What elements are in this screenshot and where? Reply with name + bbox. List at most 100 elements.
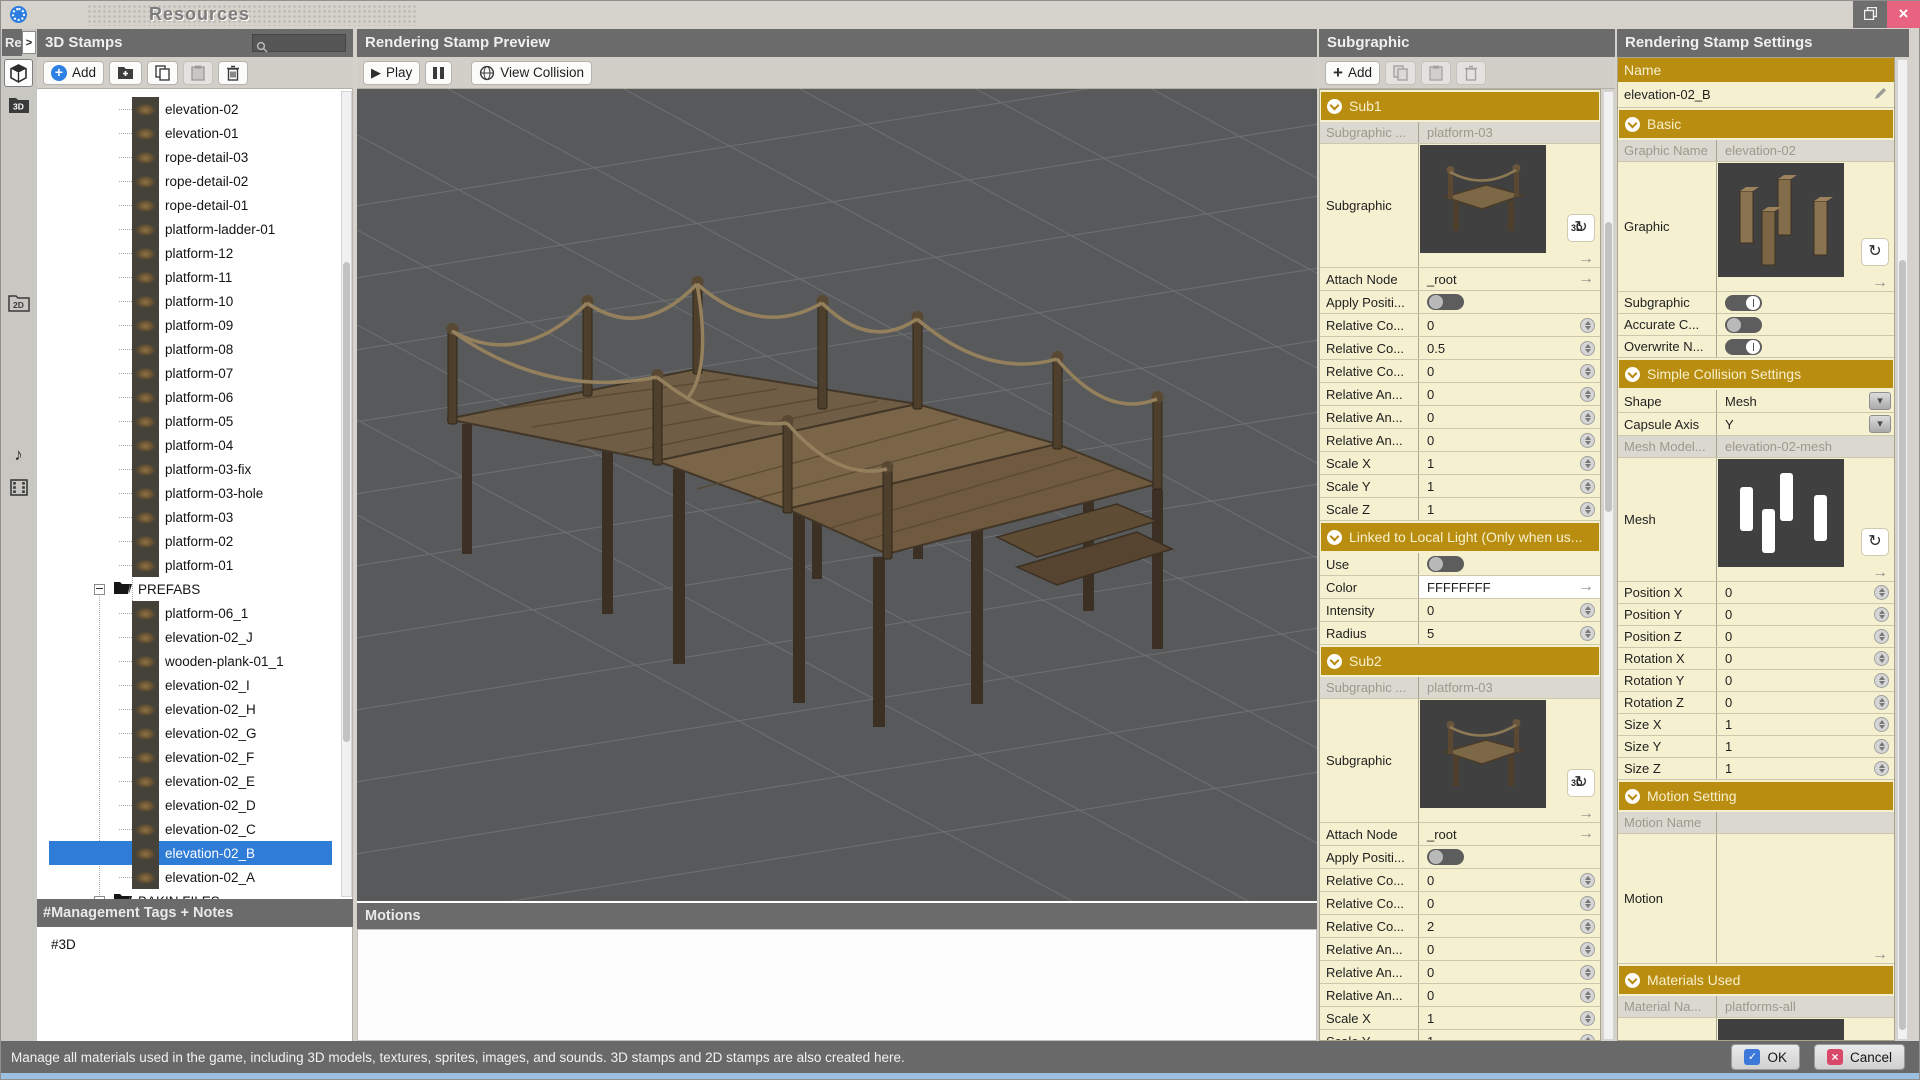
tree-item[interactable]: platform-03-hole: [37, 481, 352, 505]
tree-item[interactable]: BAKIN FILES: [37, 889, 352, 899]
property-row[interactable]: Relative Co... 0 → ▾: [1320, 869, 1600, 892]
stepper-icon[interactable]: [1580, 364, 1595, 379]
toggle-switch[interactable]: [1725, 295, 1762, 311]
restore-window-button[interactable]: [1853, 1, 1887, 28]
tree-item[interactable]: platform-06: [37, 385, 352, 409]
property-row[interactable]: Relative Co... 0 → ▾: [1320, 360, 1600, 383]
stepper-icon[interactable]: [1874, 761, 1889, 776]
property-row[interactable]: Relative An... 0 → ▾: [1320, 961, 1600, 984]
stepper-icon[interactable]: [1580, 410, 1595, 425]
toggle-switch[interactable]: [1427, 849, 1464, 865]
tree-item[interactable]: elevation-02_A: [37, 865, 352, 889]
property-row[interactable]: Color FFFFFFFF → ▾: [1320, 576, 1600, 599]
tree-item[interactable]: platform-ladder-01: [37, 217, 352, 241]
copy-stamp-button[interactable]: [147, 61, 178, 85]
stepper-icon[interactable]: [1874, 651, 1889, 666]
tree-item[interactable]: elevation-02_H: [37, 697, 352, 721]
tree-item[interactable]: PREFABS: [37, 577, 352, 601]
toggle-switch[interactable]: [1427, 556, 1464, 572]
ok-button[interactable]: ✓ OK: [1731, 1044, 1800, 1070]
section-header-sub1[interactable]: Sub1: [1321, 92, 1599, 120]
property-row[interactable]: Size Y 1 → ▾: [1618, 736, 1894, 758]
subgraphic-graphic-row[interactable]: Subgraphic 3D↻ →: [1320, 699, 1600, 823]
stepper-icon[interactable]: [1874, 695, 1889, 710]
property-row[interactable]: Relative Co... 0 → ▾: [1320, 892, 1600, 915]
tree-scrollbar[interactable]: [341, 91, 352, 897]
property-row[interactable]: Relative An... 0 → ▾: [1320, 383, 1600, 406]
stepper-icon[interactable]: [1580, 965, 1595, 980]
change-3d-model-icon[interactable]: 3D↻: [1568, 770, 1594, 796]
tree-item[interactable]: rope-detail-01: [37, 193, 352, 217]
tree-item[interactable]: platform-09: [37, 313, 352, 337]
property-row[interactable]: Rotation X 0 → ▾: [1618, 648, 1894, 670]
category-movies-button[interactable]: [4, 473, 33, 501]
property-row[interactable]: Scale X 1 → ▾: [1320, 452, 1600, 475]
tree-scrollbar-thumb[interactable]: [343, 262, 350, 742]
tree-item[interactable]: elevation-01: [37, 121, 352, 145]
tree-item[interactable]: elevation-02_B: [37, 841, 352, 865]
property-row[interactable]: Attach Node _root → ▾: [1320, 268, 1600, 291]
property-row[interactable]: Attach Node _root → ▾: [1320, 823, 1600, 846]
stepper-icon[interactable]: [1874, 673, 1889, 688]
tree-item[interactable]: platform-10: [37, 289, 352, 313]
change-model-icon[interactable]: ↻: [1862, 239, 1888, 265]
property-row[interactable]: Position X 0 → ▾: [1618, 582, 1894, 604]
property-row[interactable]: Relative An... 0 → ▾: [1320, 938, 1600, 961]
arrow-icon[interactable]: →: [1872, 948, 1888, 962]
paste-subgraphic-button[interactable]: [1421, 61, 1451, 85]
delete-subgraphic-button[interactable]: [1456, 61, 1486, 85]
property-row[interactable]: Relative Co... 0.5 → ▾: [1320, 337, 1600, 360]
stepper-icon[interactable]: [1580, 626, 1595, 641]
stepper-icon[interactable]: [1580, 1034, 1595, 1042]
property-row[interactable]: Size X 1 → ▾: [1618, 714, 1894, 736]
section-header-sub2[interactable]: Sub2: [1321, 647, 1599, 675]
property-row[interactable]: Position Z 0 → ▾: [1618, 626, 1894, 648]
arrow-icon[interactable]: →: [1872, 276, 1888, 290]
property-row[interactable]: Apply Positi... → ▾: [1320, 291, 1600, 314]
property-row[interactable]: Position Y 0 → ▾: [1618, 604, 1894, 626]
stepper-icon[interactable]: [1580, 387, 1595, 402]
tree-item[interactable]: platform-11: [37, 265, 352, 289]
property-row[interactable]: Overwrite N... → ▾: [1618, 336, 1894, 358]
add-subgraphic-button[interactable]: + Add: [1325, 61, 1380, 85]
change-3d-model-icon[interactable]: 3D↻: [1568, 215, 1594, 241]
section-header-motion[interactable]: Motion Setting: [1619, 782, 1893, 810]
expand-collapse-box[interactable]: [94, 584, 105, 595]
stepper-icon[interactable]: [1874, 607, 1889, 622]
motions-list-empty[interactable]: [357, 929, 1317, 1041]
tree-item[interactable]: elevation-02: [37, 97, 352, 121]
property-row[interactable]: Radius 5 → ▾: [1320, 622, 1600, 645]
tree-item[interactable]: rope-detail-03: [37, 145, 352, 169]
preview-viewport-3d[interactable]: [357, 89, 1317, 901]
tree-item[interactable]: platform-07: [37, 361, 352, 385]
property-row[interactable]: Apply Positi... → ▾: [1320, 846, 1600, 869]
property-row[interactable]: Size Z 1 → ▾: [1618, 758, 1894, 780]
tree-item[interactable]: platform-04: [37, 433, 352, 457]
arrow-icon[interactable]: →: [1872, 566, 1888, 580]
arrow-icon[interactable]: →: [1578, 272, 1594, 286]
section-header-local-light[interactable]: Linked to Local Light (Only when us...: [1321, 523, 1599, 551]
material-row[interactable]: [1618, 1018, 1894, 1041]
stamp-name-row[interactable]: elevation-02_B: [1618, 82, 1894, 108]
stepper-icon[interactable]: [1874, 739, 1889, 754]
stepper-icon[interactable]: [1580, 988, 1595, 1003]
property-row[interactable]: Scale Y 1 → ▾: [1320, 475, 1600, 498]
stepper-icon[interactable]: [1580, 433, 1595, 448]
view-collision-button[interactable]: View Collision: [471, 61, 592, 85]
stepper-icon[interactable]: [1580, 896, 1595, 911]
stepper-icon[interactable]: [1580, 1011, 1595, 1026]
edit-pencil-icon[interactable]: [1874, 86, 1888, 103]
stepper-icon[interactable]: [1580, 919, 1595, 934]
tree-item[interactable]: platform-06_1: [37, 601, 352, 625]
property-row[interactable]: Use → ▾: [1320, 553, 1600, 576]
tree-item[interactable]: wooden-plank-01_1: [37, 649, 352, 673]
tree-item[interactable]: elevation-02_G: [37, 721, 352, 745]
copy-subgraphic-button[interactable]: [1385, 61, 1416, 85]
arrow-icon[interactable]: →: [1578, 580, 1594, 594]
graphic-row[interactable]: Graphic: [1618, 162, 1894, 292]
property-row[interactable]: Relative Co... 2 → ▾: [1320, 915, 1600, 938]
tree-item[interactable]: platform-12: [37, 241, 352, 265]
property-row[interactable]: Shape Mesh → ▾: [1618, 390, 1894, 413]
property-row[interactable]: Capsule Axis Y → ▾: [1618, 413, 1894, 436]
dropdown-button[interactable]: ▾: [1869, 415, 1891, 433]
